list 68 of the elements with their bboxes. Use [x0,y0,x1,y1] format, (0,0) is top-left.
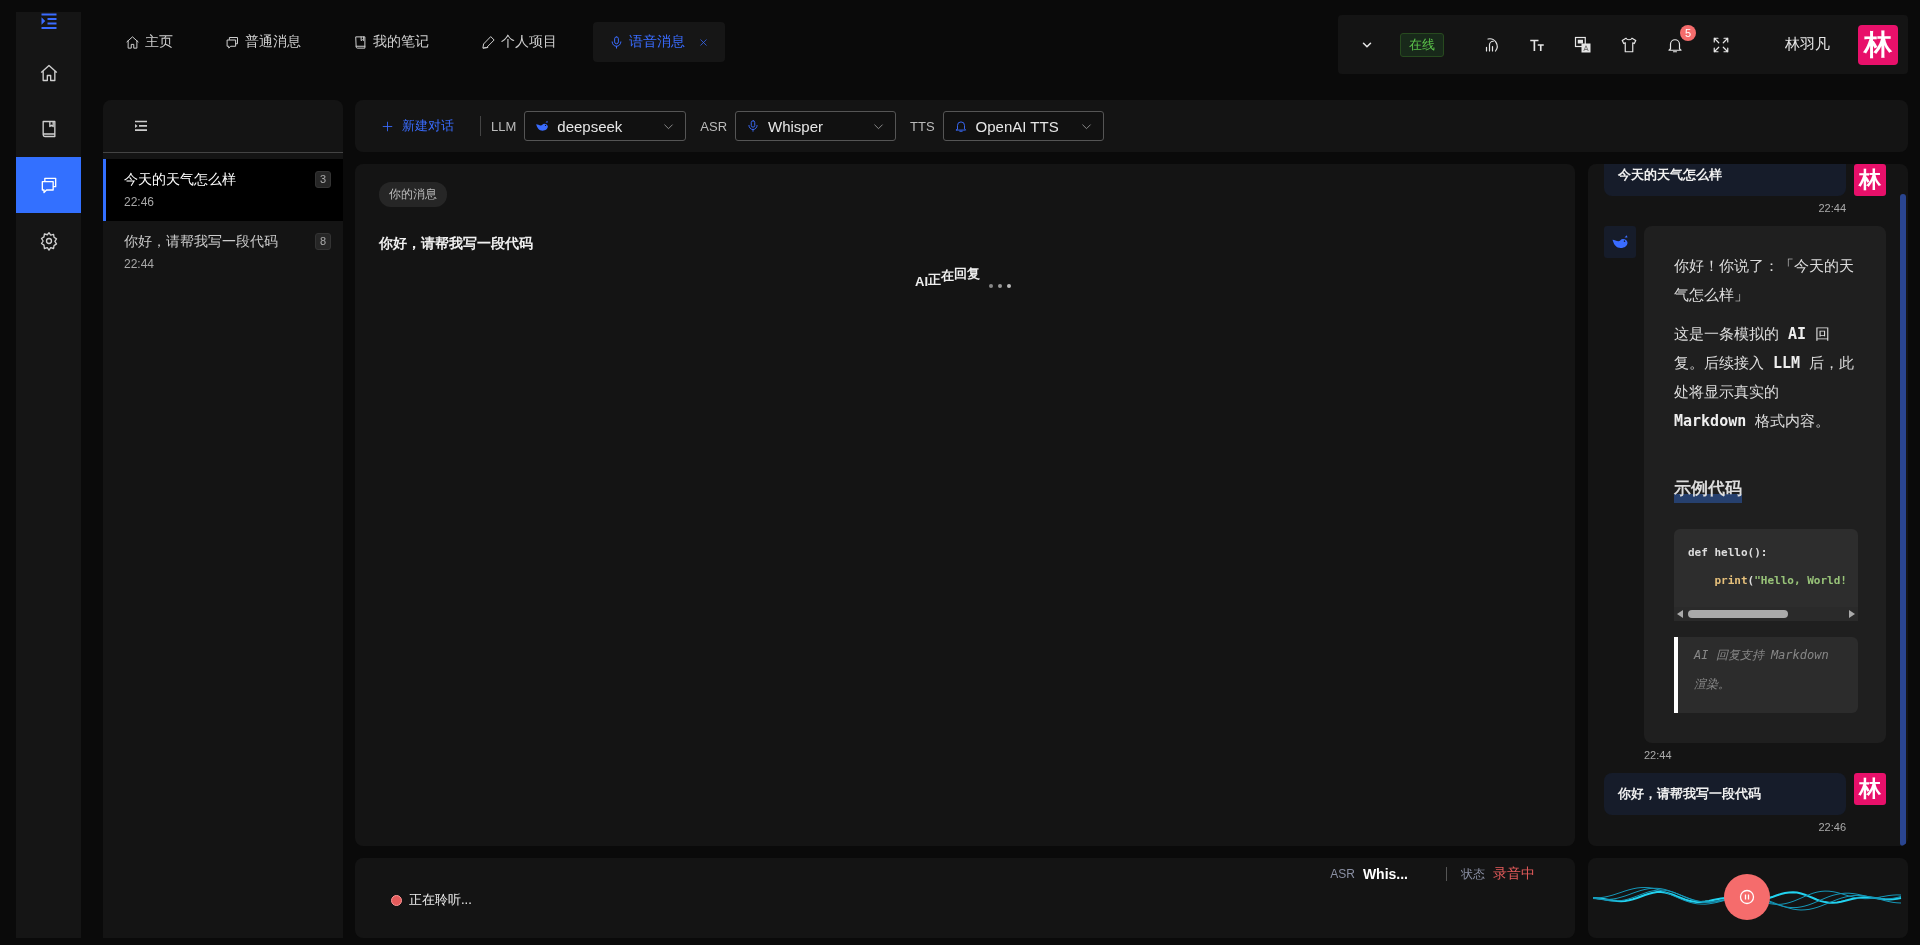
typing-dots-icon [988,283,1012,289]
conversation-title: 今天的天气怎么样 [124,171,237,189]
settings-icon [38,231,59,251]
listening-text: 正在聆听... [409,891,472,909]
recording-dot [391,894,402,906]
conversation-item[interactable]: 你好，请帮我写一段代码 8 22:44 [103,221,343,283]
list-icon[interactable] [133,118,149,134]
state-label: 状态 [1461,865,1485,883]
asr-value: Whis... [1362,866,1408,882]
message-time: 22:44 [1644,749,1672,761]
tab[interactable]: 我的笔记 [337,22,445,62]
code-line: print("Hello, World! [1713,573,1848,589]
model-select[interactable]: OpenAI TTS [942,111,1104,141]
message-paragraph: 这是一条模拟的 AI 回复。后续接入 LLM 后，此处将显示真实的 Markdown 格式内容。 [1674,324,1856,432]
status-badge: 在线 [1400,32,1444,57]
selector-label: TTS [910,118,935,134]
message-time: 22:46 [1818,821,1846,833]
conversation-time: 22:44 [124,257,156,271]
selector-label: ASR [700,118,728,134]
tab[interactable]: 主页 [109,22,189,62]
message-count: 3 [314,171,331,188]
scroll-left-icon[interactable] [1676,609,1684,619]
home-icon [125,34,140,50]
user-message: 今天的天气怎么样 [1604,164,1846,196]
book-icon [353,34,368,50]
conversation-time: 22:46 [124,195,156,209]
message-tag: 你的消息 [379,182,447,207]
asr-label: ASR [1330,867,1355,881]
user-avatar: 林 [1854,773,1886,805]
blockquote: AI 回复支持 Markdown 渲染。 [1674,637,1858,713]
translate-icon[interactable] [1574,35,1592,54]
plus-icon [381,119,394,133]
whale-icon [1611,233,1629,251]
fullscreen-icon[interactable] [1712,35,1730,54]
pause-button[interactable] [1724,874,1770,920]
new-chat-button[interactable]: 新建对话 [381,117,454,135]
user-avatar: 林 [1854,164,1886,196]
state-value: 录音中 [1493,865,1535,883]
bell-icon [953,119,968,133]
model-select[interactable]: deepseek [524,111,687,141]
microphone-icon [746,119,761,133]
message-count: 8 [314,233,331,250]
pen-icon [481,34,496,50]
chat-icon [225,34,240,50]
user-avatar[interactable]: 林 [1858,24,1898,65]
selector-label: LLM [491,118,517,134]
user-name: 林羽凡 [1785,35,1830,54]
close-icon[interactable] [698,36,709,48]
whale-icon [535,119,550,133]
tab[interactable]: 语音消息 [593,22,725,62]
conversation-item[interactable]: 今天的天气怎么样 3 22:46 [103,159,343,221]
pause-icon [1739,889,1755,905]
home-icon [38,63,59,83]
scrollbar[interactable] [1900,194,1906,846]
shirt-icon[interactable] [1620,35,1638,54]
tab[interactable]: 个人项目 [465,22,573,62]
transcript-text: 你好，请帮我写一段代码 [379,235,534,253]
scroll-right-icon[interactable] [1848,609,1856,619]
tab[interactable]: 普通消息 [209,22,317,62]
conversation-title: 你好，请帮我写一段代码 [124,233,279,251]
model-select[interactable]: Whisper [735,111,897,141]
message-paragraph: 你好！你说了：「今天的天气怎么样」 [1674,256,1855,306]
notification-badge: 5 [1680,24,1696,41]
user-message: 你好，请帮我写一段代码 [1604,773,1846,815]
message-time: 22:44 [1818,202,1846,214]
microphone-icon [609,34,624,50]
code-line: def hello(): [1687,545,1769,561]
horizontal-scrollbar[interactable] [1674,607,1858,621]
